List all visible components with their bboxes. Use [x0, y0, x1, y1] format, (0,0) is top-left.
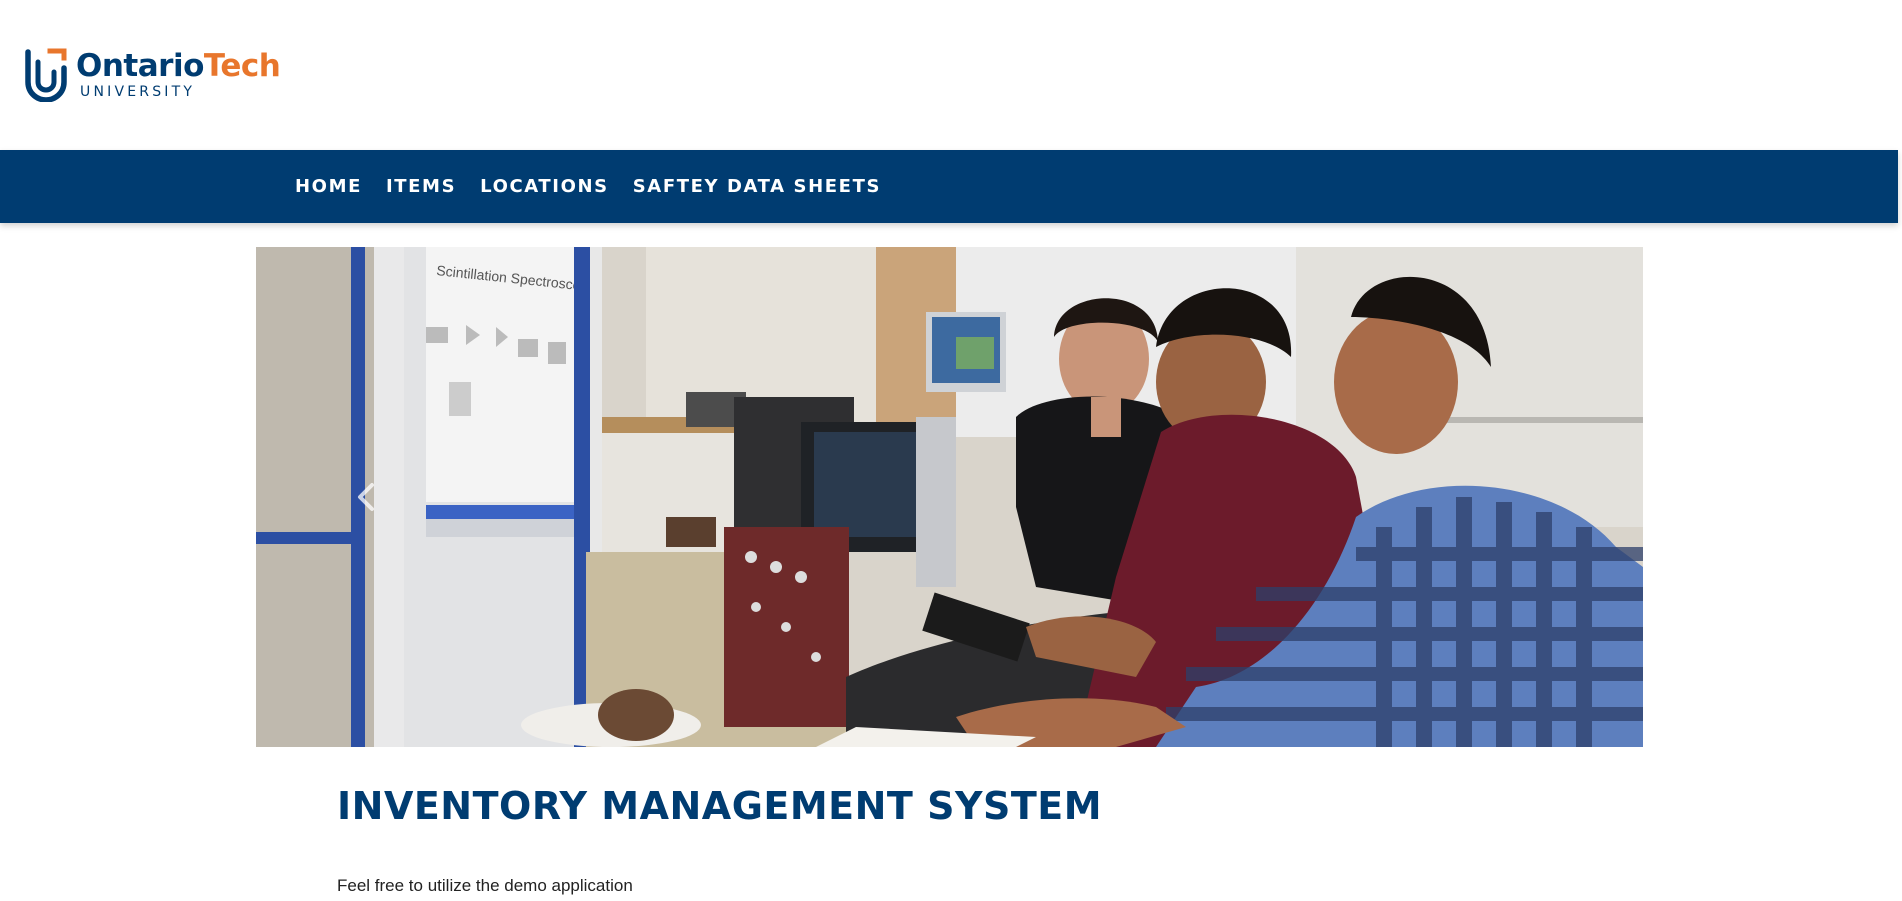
ontario-tech-shield-icon	[25, 48, 67, 102]
intro-text: Feel free to utilize the demo applicatio…	[337, 876, 633, 895]
nav-item-safety-data-sheets[interactable]: SAFTEY DATA SHEETS	[633, 176, 881, 197]
logo-subtitle: UNIVERSITY	[80, 84, 196, 100]
carousel-prev-button[interactable]	[346, 472, 386, 522]
nav-item-home[interactable]: HOME	[295, 176, 362, 197]
chevron-left-icon	[358, 483, 374, 511]
hero-carousel[interactable]: Scintillation Spectroscopy	[256, 247, 1643, 747]
logo-wordmark: OntarioTech	[76, 48, 281, 84]
site-header: OntarioTech UNIVERSITY	[0, 0, 1902, 150]
hero-image: Scintillation Spectroscopy	[256, 247, 1643, 747]
nav-list: HOME ITEMS LOCATIONS SAFTEY DATA SHEETS	[295, 150, 905, 223]
nav-item-items[interactable]: ITEMS	[386, 176, 456, 197]
logo-wordmark-tech: Tech	[203, 48, 281, 84]
main-navbar: HOME ITEMS LOCATIONS SAFTEY DATA SHEETS	[0, 150, 1898, 223]
page: OntarioTech UNIVERSITY HOME ITEMS LOCATI…	[0, 0, 1902, 901]
page-title: INVENTORY MANAGEMENT SYSTEM	[337, 784, 1103, 828]
logo-wordmark-ontario: Ontario	[76, 48, 204, 84]
nav-item-locations[interactable]: LOCATIONS	[480, 176, 609, 197]
site-logo[interactable]: OntarioTech UNIVERSITY	[24, 48, 281, 104]
